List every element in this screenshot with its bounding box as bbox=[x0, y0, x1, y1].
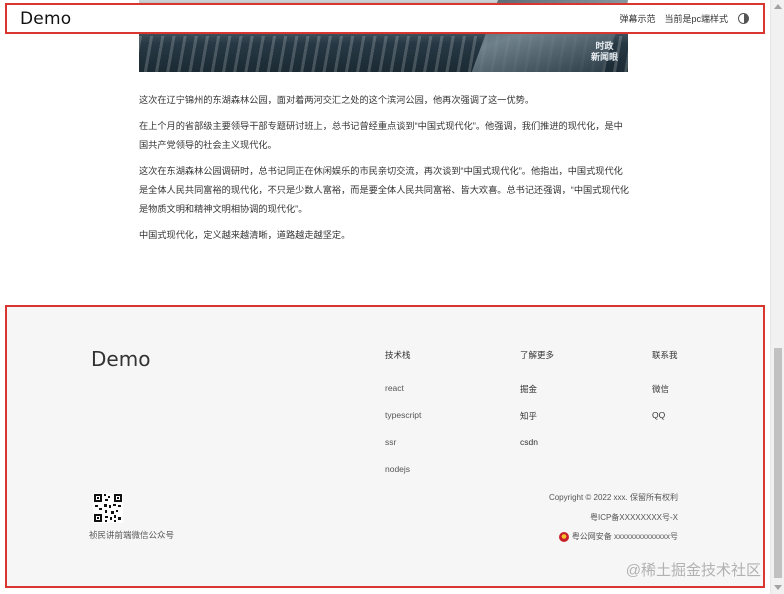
article-paragraph: 这次在东湖森林公园调研时，总书记同正在休闲娱乐的市民亲切交流，再次谈到“中国式现… bbox=[139, 166, 629, 214]
footer-link-zhihu[interactable]: 知乎 bbox=[520, 410, 554, 437]
nav-link-pc-style[interactable]: 当前是pc端样式 bbox=[664, 12, 728, 25]
site-footer: Demo 技术栈 react typescript ssr nodejs 了解更… bbox=[5, 305, 765, 588]
watermark: @稀土掘金技术社区 bbox=[625, 562, 761, 579]
footer-column-tech: 技术栈 react typescript ssr nodejs bbox=[385, 349, 421, 491]
scroll-down-icon[interactable] bbox=[774, 585, 782, 590]
vertical-scrollbar[interactable] bbox=[770, 0, 784, 594]
half-moon-icon[interactable] bbox=[738, 13, 749, 24]
footer-column-contact: 联系我 微信 QQ bbox=[652, 349, 678, 437]
police-badge-icon bbox=[558, 531, 569, 542]
footer-link-juejin[interactable]: 掘金 bbox=[520, 383, 554, 410]
footer-link-react[interactable]: react bbox=[385, 383, 421, 410]
site-header: Demo 弹幕示范 当前是pc端样式 bbox=[5, 3, 765, 34]
copyright-text: Copyright © 2022 xxx. 保留所有权利 bbox=[548, 493, 678, 502]
footer-link-qq[interactable]: QQ bbox=[652, 410, 678, 437]
footer-column-title: 了解更多 bbox=[520, 350, 555, 360]
hero-watermark: 时政 新闻眼 bbox=[590, 41, 618, 62]
site-logo[interactable]: Demo bbox=[20, 9, 71, 29]
icp-link[interactable]: 粤ICP备XXXXXXXX号-X bbox=[590, 512, 678, 523]
scroll-thumb[interactable] bbox=[774, 348, 782, 578]
police-record[interactable]: 粤公网安备 xxxxxxxxxxxxxx号 bbox=[558, 531, 678, 542]
footer-column-more: 了解更多 掘金 知乎 csdn bbox=[520, 349, 554, 464]
article-body: 这次在辽宁锦州的东湖森林公园，面对着两河交汇之处的这个滨河公园，他再次强调了这一… bbox=[139, 91, 629, 252]
article-paragraph: 这次在辽宁锦州的东湖森林公园，面对着两河交汇之处的这个滨河公园，他再次强调了这一… bbox=[139, 95, 535, 105]
article-paragraph: 在上个月的省部级主要领导干部专题研讨班上，总书记曾经重点谈到“中国式现代化”。他… bbox=[139, 121, 623, 150]
scroll-up-icon[interactable] bbox=[774, 4, 782, 9]
footer-link-nodejs[interactable]: nodejs bbox=[385, 464, 421, 491]
footer-logo[interactable]: Demo bbox=[91, 347, 150, 371]
footer-link-csdn[interactable]: csdn bbox=[520, 437, 554, 464]
footer-link-typescript[interactable]: typescript bbox=[385, 410, 421, 437]
footer-column-title: 联系我 bbox=[652, 350, 678, 360]
qr-caption: 祯民讲前端微信公众号 bbox=[89, 530, 175, 540]
footer-column-title: 技术栈 bbox=[385, 350, 411, 360]
article-paragraph: 中国式现代化，定义越来越清晰，道路越走越坚定。 bbox=[139, 230, 351, 240]
qr-code-icon bbox=[93, 493, 123, 523]
footer-link-wechat[interactable]: 微信 bbox=[652, 383, 678, 410]
footer-link-ssr[interactable]: ssr bbox=[385, 437, 421, 464]
police-record-text: 粤公网安备 xxxxxxxxxxxxxx号 bbox=[571, 532, 678, 541]
nav-link-danmaku[interactable]: 弹幕示范 bbox=[619, 12, 655, 25]
header-nav: 弹幕示范 当前是pc端样式 bbox=[610, 12, 749, 25]
